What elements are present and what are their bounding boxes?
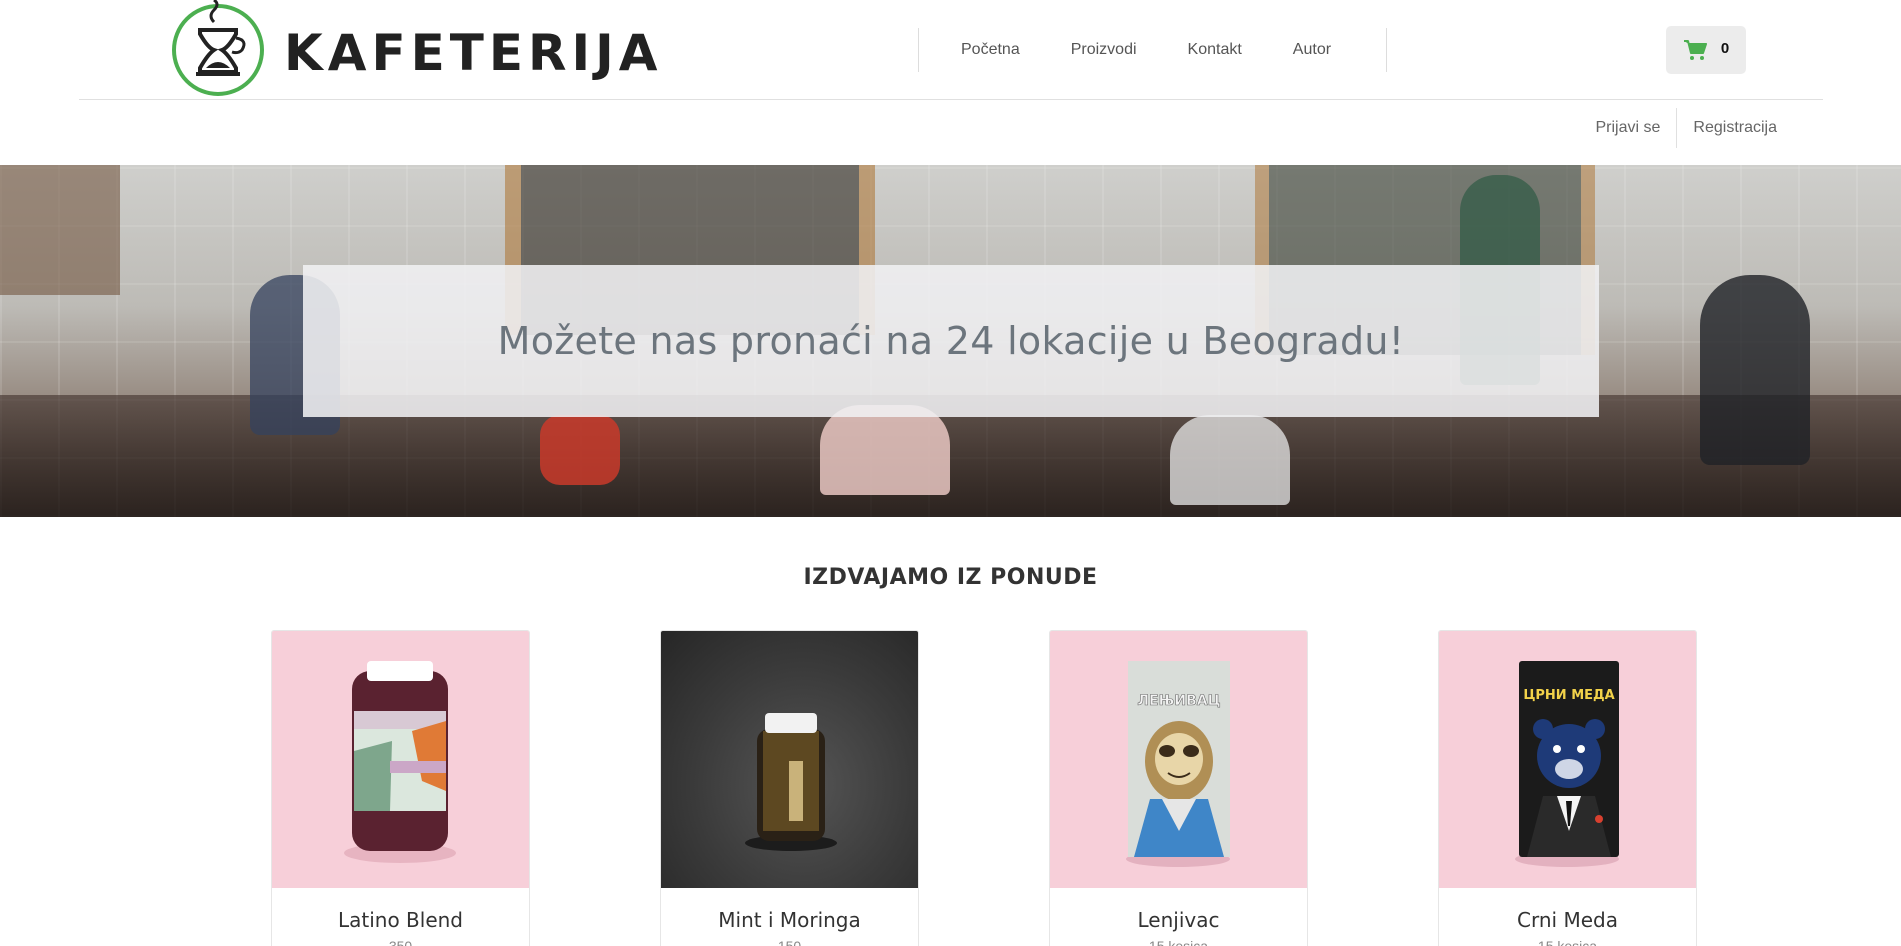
hero-person (540, 415, 620, 485)
product-card-latino-blend[interactable]: Latino Blend 350 (271, 630, 530, 946)
featured-title: IZDVAJAMO IZ PONUDE (803, 565, 1098, 590)
product-image[interactable]: ЛЕЊИВАЦ (1050, 631, 1307, 888)
product-card-crni-meda[interactable]: ЦРНИ МЕДА Crni Meda 15 kesica (1438, 630, 1697, 946)
auth-links: Prijavi se Registracija (1580, 108, 1794, 148)
hero-person (1170, 415, 1290, 505)
product-image[interactable] (272, 631, 529, 888)
product-image[interactable]: ЦРНИ МЕДА (1439, 631, 1696, 888)
product-price: 150 (777, 938, 802, 946)
package-text: ЦРНИ МЕДА (1523, 688, 1614, 703)
hero-person (1700, 275, 1810, 465)
hero-text: Možete nas pronaći na 24 lokacije u Beog… (497, 319, 1405, 363)
steam-icon (209, 0, 219, 24)
hero-message-box: Možete nas pronaći na 24 lokacije u Beog… (303, 265, 1599, 417)
product-price: 15 kesica (1537, 938, 1598, 946)
product-name[interactable]: Lenjivac (1050, 908, 1307, 932)
product-box-image: ЛЕЊИВАЦ (1126, 661, 1230, 867)
nav-item-autor[interactable]: Autor (1293, 41, 1331, 59)
product-name[interactable]: Crni Meda (1439, 908, 1696, 932)
brand-logo[interactable]: KAFETERIJA (172, 0, 662, 100)
nav-item-kontakt[interactable]: Kontakt (1188, 41, 1242, 59)
product-price: 350 (388, 938, 413, 946)
hero-banner: Možete nas pronaći na 24 lokacije u Beog… (0, 165, 1901, 517)
product-jar-image (745, 713, 837, 851)
hero-person (820, 405, 950, 495)
product-price: 15 kesica (1148, 938, 1209, 946)
register-link[interactable]: Registracija (1677, 119, 1793, 137)
product-image[interactable] (661, 631, 918, 888)
product-name[interactable]: Mint i Moringa (661, 908, 918, 932)
package-text: ЛЕЊИВАЦ (1137, 693, 1220, 709)
product-box-image: ЦРНИ МЕДА (1515, 661, 1619, 867)
cart-icon (1683, 40, 1707, 60)
hero-window-left (0, 165, 120, 295)
product-card-lenjivac[interactable]: ЛЕЊИВАЦ Lenjivac 15 kesica (1049, 630, 1308, 946)
product-name[interactable]: Latino Blend (272, 908, 529, 932)
cart-count: 0 (1720, 39, 1730, 57)
product-jar-image (344, 661, 456, 863)
header-divider (79, 99, 1823, 100)
nav-item-pocetna[interactable]: Početna (961, 41, 1020, 59)
brand-name: KAFETERIJA (284, 24, 663, 82)
main-nav: Početna Proizvodi Kontakt Autor (918, 28, 1387, 72)
site-header: KAFETERIJA Početna Proizvodi Kontakt Aut… (0, 0, 1901, 100)
cart-button[interactable]: 0 (1666, 26, 1746, 74)
nav-item-proizvodi[interactable]: Proizvodi (1071, 41, 1137, 59)
product-card-mint-moringa[interactable]: Mint i Moringa 150 (660, 630, 919, 946)
login-link[interactable]: Prijavi se (1580, 119, 1677, 137)
